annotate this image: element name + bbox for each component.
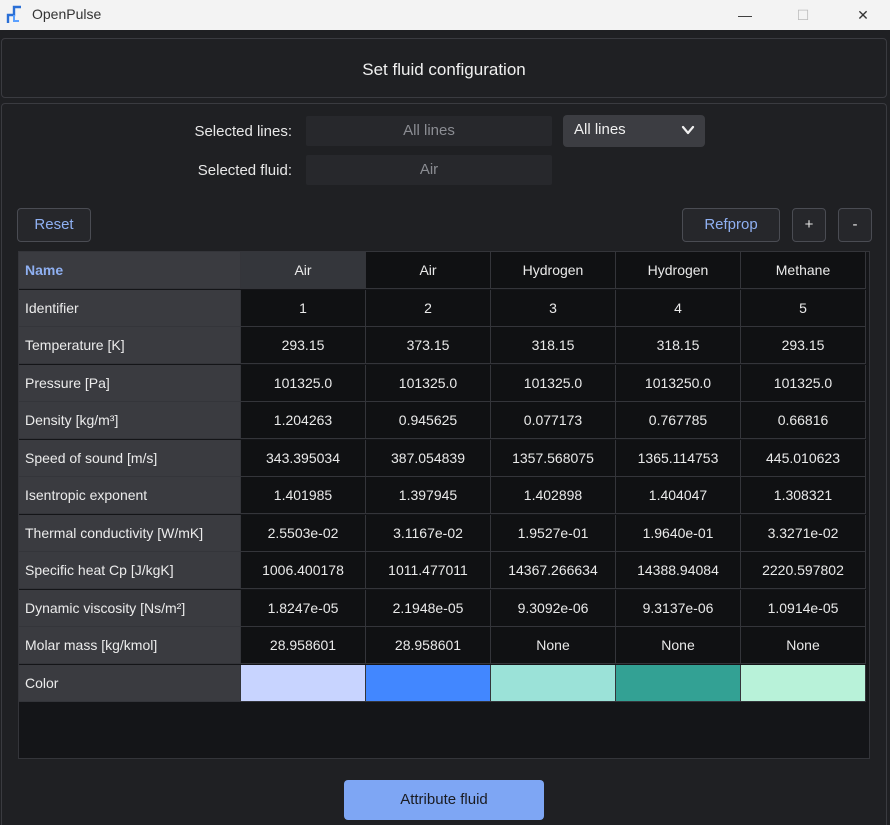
color-swatch[interactable] xyxy=(616,664,741,702)
table-cell[interactable]: 0.945625 xyxy=(366,402,491,439)
table-cell[interactable]: 387.054839 xyxy=(366,439,491,477)
row-label: Speed of sound [m/s] xyxy=(19,439,241,477)
reset-button[interactable]: Reset xyxy=(17,208,91,242)
table-cell[interactable]: 2220.597802 xyxy=(741,552,866,589)
table-cell[interactable]: 0.767785 xyxy=(616,402,741,439)
remove-fluid-button[interactable]: - xyxy=(838,208,872,242)
name-header: Name xyxy=(19,252,241,289)
selected-lines-label: Selected lines: xyxy=(194,123,292,140)
table-cell[interactable]: 3.3271e-02 xyxy=(741,514,866,552)
table-cell[interactable]: None xyxy=(491,627,616,664)
table-cell[interactable]: 1.397945 xyxy=(366,477,491,514)
column-header[interactable]: Air xyxy=(366,252,491,289)
maximize-button[interactable]: ☐ xyxy=(780,0,826,30)
openpulse-logo-icon xyxy=(6,5,21,23)
table-cell[interactable]: 28.958601 xyxy=(241,627,366,664)
table-cell[interactable]: 1.308321 xyxy=(741,477,866,514)
table-cell[interactable]: 5 xyxy=(741,289,866,327)
table-cell[interactable]: 9.3137e-06 xyxy=(616,589,741,627)
table-cell[interactable]: 1.402898 xyxy=(491,477,616,514)
table-cell[interactable]: 0.077173 xyxy=(491,402,616,439)
table-cell[interactable]: 101325.0 xyxy=(491,364,616,402)
table-cell[interactable]: 1.401985 xyxy=(241,477,366,514)
column-header[interactable]: Methane xyxy=(741,252,866,289)
table-cell[interactable]: 1 xyxy=(241,289,366,327)
table-cell[interactable]: 3.1167e-02 xyxy=(366,514,491,552)
table-cell[interactable]: 101325.0 xyxy=(241,364,366,402)
color-swatch[interactable] xyxy=(491,664,616,702)
page-title: Set fluid configuration xyxy=(362,60,526,79)
add-fluid-button[interactable]: + xyxy=(792,208,826,242)
selected-lines-field[interactable]: All lines xyxy=(306,116,552,146)
table-cell[interactable]: 318.15 xyxy=(616,327,741,364)
table-cell[interactable]: 14388.94084 xyxy=(616,552,741,589)
row-label: Thermal conductivity [W/mK] xyxy=(19,514,241,552)
table-cell[interactable]: 14367.266634 xyxy=(491,552,616,589)
color-swatch[interactable] xyxy=(241,664,366,702)
color-swatch[interactable] xyxy=(366,664,491,702)
table-cell[interactable]: 1011.477011 xyxy=(366,552,491,589)
lines-dropdown[interactable]: All lines xyxy=(563,115,705,147)
refprop-button[interactable]: Refprop xyxy=(682,208,780,242)
table-cell[interactable]: 1.404047 xyxy=(616,477,741,514)
table-cell[interactable]: 1365.114753 xyxy=(616,439,741,477)
row-label: Identifier xyxy=(19,289,241,327)
table-cell[interactable]: 28.958601 xyxy=(366,627,491,664)
column-header[interactable]: Air xyxy=(241,252,366,289)
row-label: Molar mass [kg/kmol] xyxy=(19,627,241,664)
table-cell[interactable]: 293.15 xyxy=(741,327,866,364)
attribute-fluid-button[interactable]: Attribute fluid xyxy=(344,780,544,820)
selected-fluid-label: Selected fluid: xyxy=(197,162,292,179)
table-cell[interactable]: 1357.568075 xyxy=(491,439,616,477)
table-cell[interactable]: 1.8247e-05 xyxy=(241,589,366,627)
table-cell[interactable]: 2.1948e-05 xyxy=(366,589,491,627)
table-cell[interactable]: 4 xyxy=(616,289,741,327)
table-cell[interactable]: 2 xyxy=(366,289,491,327)
window-titlebar: OpenPulse — ☐ ✕ xyxy=(0,0,890,30)
table-cell[interactable]: 373.15 xyxy=(366,327,491,364)
minimize-button[interactable]: — xyxy=(722,0,768,30)
table-cell[interactable]: 318.15 xyxy=(491,327,616,364)
table-cell[interactable]: 0.66816 xyxy=(741,402,866,439)
table-cell[interactable]: 1.204263 xyxy=(241,402,366,439)
table-cell[interactable]: 343.395034 xyxy=(241,439,366,477)
row-label: Dynamic viscosity [Ns/m²] xyxy=(19,589,241,627)
table-cell[interactable]: 1.0914e-05 xyxy=(741,589,866,627)
color-swatch[interactable] xyxy=(741,664,866,702)
table-cell[interactable]: 1013250.0 xyxy=(616,364,741,402)
row-label: Pressure [Pa] xyxy=(19,364,241,402)
row-label: Isentropic exponent xyxy=(19,477,241,514)
lines-dropdown-value: All lines xyxy=(574,121,626,138)
table-cell[interactable]: 1006.400178 xyxy=(241,552,366,589)
app-title: OpenPulse xyxy=(32,6,102,22)
table-cell[interactable]: 1.9640e-01 xyxy=(616,514,741,552)
close-button[interactable]: ✕ xyxy=(840,0,886,30)
column-header[interactable]: Hydrogen xyxy=(616,252,741,289)
table-cell[interactable]: 101325.0 xyxy=(366,364,491,402)
table-cell[interactable]: 101325.0 xyxy=(741,364,866,402)
table-cell[interactable]: 3 xyxy=(491,289,616,327)
table-cell[interactable]: 9.3092e-06 xyxy=(491,589,616,627)
row-label: Temperature [K] xyxy=(19,327,241,364)
row-label: Color xyxy=(19,664,241,702)
header-panel: Set fluid configuration xyxy=(1,38,887,98)
table-cell[interactable]: 293.15 xyxy=(241,327,366,364)
row-label: Density [kg/m³] xyxy=(19,402,241,439)
chevron-down-icon xyxy=(681,125,695,135)
table-cell[interactable]: 1.9527e-01 xyxy=(491,514,616,552)
table-cell[interactable]: 2.5503e-02 xyxy=(241,514,366,552)
table-cell[interactable]: None xyxy=(616,627,741,664)
table-cell[interactable]: None xyxy=(741,627,866,664)
row-label: Specific heat Cp [J/kgK] xyxy=(19,552,241,589)
selected-fluid-field[interactable]: Air xyxy=(306,155,552,185)
table-cell[interactable]: 445.010623 xyxy=(741,439,866,477)
fluid-table: Name Air Air Hydrogen Hydrogen Methane I… xyxy=(18,251,870,759)
column-header[interactable]: Hydrogen xyxy=(491,252,616,289)
